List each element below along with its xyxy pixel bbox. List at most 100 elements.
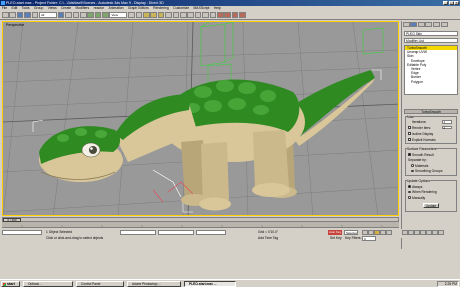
next-frame-icon[interactable]: [380, 230, 386, 235]
render-frame-icon[interactable]: [231, 11, 239, 19]
zoom-icon[interactable]: [402, 230, 408, 235]
isoline-display-checkbox[interactable]: [408, 132, 411, 135]
render-setup-icon[interactable]: [224, 11, 231, 19]
select-by-name-icon[interactable]: [65, 11, 72, 19]
taskbar-item-outlook[interactable]: Outlook...: [23, 280, 73, 287]
play-icon[interactable]: [374, 230, 380, 235]
bind-space-warp-icon[interactable]: [31, 11, 39, 19]
menu-help[interactable]: Help: [214, 6, 221, 10]
perspective-viewport[interactable]: Perspective: [2, 21, 399, 216]
percent-snap-icon[interactable]: [157, 11, 165, 19]
track-bar[interactable]: [2, 222, 399, 228]
select-object-icon[interactable]: [57, 11, 65, 19]
hierarchy-tab-icon[interactable]: [417, 21, 425, 27]
go-to-end-icon[interactable]: [386, 230, 392, 235]
taskbar-item-3dsmax[interactable]: PLEO-start.max ...: [184, 280, 236, 287]
y-coordinate-field[interactable]: [158, 230, 194, 235]
field-of-view-icon[interactable]: [420, 230, 426, 235]
viewport-label[interactable]: Perspective: [6, 23, 24, 27]
spinner-snap-icon[interactable]: [165, 11, 172, 19]
menu-modifiers[interactable]: Modifiers: [76, 6, 90, 10]
turbosmooth-rollout-header[interactable]: TurboSmooth: [404, 109, 458, 114]
zoom-all-icon[interactable]: [408, 230, 414, 235]
curve-editor-icon[interactable]: [202, 11, 209, 19]
motion-tab-icon[interactable]: [425, 21, 433, 27]
pan-icon[interactable]: [426, 230, 432, 235]
menu-views[interactable]: Views: [48, 6, 57, 10]
modifier-stack[interactable]: TurboSmooth Unwrap UVW Skin Envelope Edi…: [404, 45, 458, 95]
selection-filter-dropdown[interactable]: All: [38, 12, 57, 18]
reference-coordinate-dropdown[interactable]: View: [109, 12, 128, 18]
menu-graph-editors[interactable]: Graph Editors: [128, 6, 149, 10]
undo-icon[interactable]: [2, 11, 9, 19]
smoothing-groups-checkbox[interactable]: [411, 169, 414, 173]
materials-checkbox[interactable]: [411, 164, 414, 167]
iterations-spinner[interactable]: 1: [442, 120, 452, 124]
maximize-button[interactable]: □: [448, 0, 454, 6]
quick-render-icon[interactable]: [239, 11, 246, 19]
smooth-result-checkbox[interactable]: [408, 153, 411, 156]
snap-toggle-icon[interactable]: [143, 11, 150, 19]
taskbar-item-control-panel[interactable]: Control Panel: [76, 280, 124, 287]
menu-edit[interactable]: Edit: [11, 6, 17, 10]
key-filters-button[interactable]: Key Filters...: [345, 236, 363, 240]
object-name-field[interactable]: PLEO Skin: [404, 31, 458, 36]
schematic-view-icon[interactable]: [209, 11, 217, 19]
redo-icon[interactable]: [9, 11, 16, 19]
previous-frame-icon[interactable]: [368, 230, 374, 235]
scale-icon[interactable]: [102, 11, 109, 19]
utilities-tab-icon[interactable]: [440, 21, 448, 27]
display-tab-icon[interactable]: [432, 21, 440, 27]
key-mode-selected[interactable]: Selected: [344, 230, 358, 235]
material-editor-icon[interactable]: [216, 11, 224, 19]
set-key-button[interactable]: Set Key: [330, 236, 342, 240]
render-iters-spinner[interactable]: 2: [442, 125, 452, 130]
menu-animation[interactable]: Animation: [108, 6, 123, 10]
modify-tab-icon[interactable]: [410, 21, 418, 27]
auto-key-button[interactable]: Auto Key: [328, 230, 342, 235]
start-button[interactable]: start: [1, 280, 20, 287]
align-icon[interactable]: [187, 11, 194, 19]
menu-create[interactable]: Create: [61, 6, 71, 10]
pivot-center-icon[interactable]: [128, 11, 135, 19]
update-button[interactable]: Update: [423, 203, 439, 208]
menu-rendering[interactable]: Rendering: [153, 6, 169, 10]
link-icon[interactable]: [16, 11, 24, 19]
zoom-extents-icon[interactable]: [414, 230, 420, 235]
maximize-viewport-icon[interactable]: [438, 230, 444, 235]
named-selection-icon[interactable]: [172, 11, 180, 19]
modifier-list-dropdown[interactable]: Modifier List: [404, 38, 458, 43]
menu-customize[interactable]: Customize: [173, 6, 189, 10]
menu-group[interactable]: Group: [34, 6, 43, 10]
window-crossing-icon[interactable]: [79, 11, 87, 19]
menu-maxscript[interactable]: MAXScript: [193, 6, 209, 10]
mirror-icon[interactable]: [180, 11, 187, 19]
angle-snap-icon[interactable]: [150, 11, 158, 19]
explicit-normals-checkbox[interactable]: [408, 138, 411, 141]
create-tab-icon[interactable]: [402, 21, 410, 27]
orbit-icon[interactable]: [432, 230, 438, 235]
menu-reactor[interactable]: reactor: [94, 6, 105, 10]
rotate-icon[interactable]: [94, 11, 102, 19]
go-to-start-icon[interactable]: [362, 230, 368, 235]
when-rendering-radio[interactable]: [408, 190, 411, 194]
add-time-tag[interactable]: Add Time Tag: [258, 236, 278, 240]
pleo-creature[interactable]: [39, 70, 375, 211]
unlink-icon[interactable]: [24, 11, 31, 19]
rectangular-selection-icon[interactable]: [72, 11, 80, 19]
layer-manager-icon[interactable]: [194, 11, 202, 19]
move-icon[interactable]: [87, 11, 94, 19]
z-coordinate-field[interactable]: [196, 230, 226, 235]
maxscript-listener[interactable]: [2, 230, 42, 235]
render-iters-checkbox[interactable]: [408, 126, 411, 129]
always-radio[interactable]: [408, 185, 411, 188]
select-and-manipulate-icon[interactable]: [135, 11, 143, 19]
bone-helpers[interactable]: [200, 22, 384, 85]
close-button[interactable]: ×: [454, 0, 459, 6]
x-coordinate-field[interactable]: [120, 230, 156, 235]
taskbar-item-photoshop[interactable]: Adobe Photoshop ...: [127, 280, 181, 287]
menu-tools[interactable]: Tools: [22, 6, 30, 10]
manually-radio[interactable]: [408, 196, 411, 199]
menu-file[interactable]: File: [2, 6, 7, 10]
current-frame-field[interactable]: 0: [362, 236, 376, 241]
